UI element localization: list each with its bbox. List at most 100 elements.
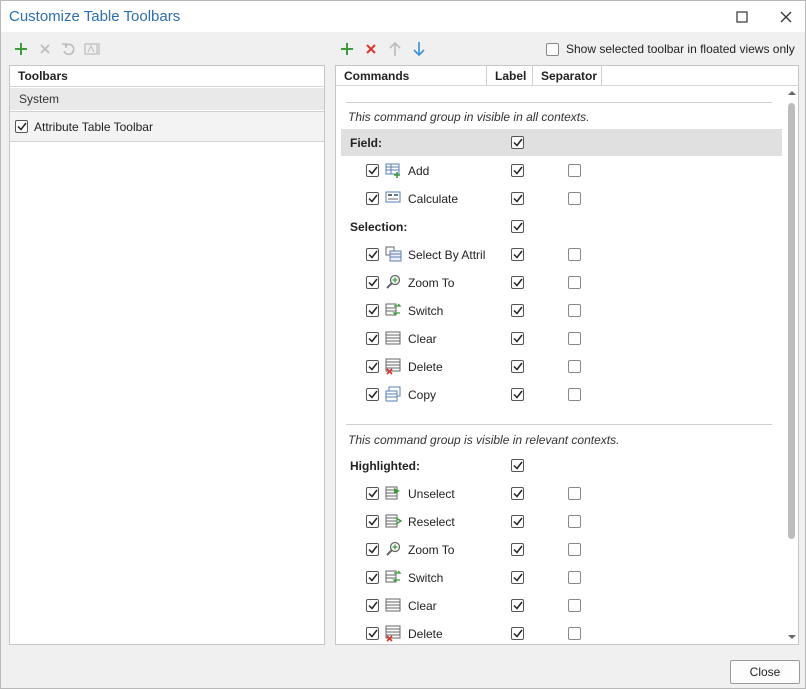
checkmark-icon	[512, 278, 523, 287]
add-toolbar-button[interactable]	[9, 38, 33, 60]
command-separator-checkbox[interactable]	[568, 487, 581, 500]
command-enabled-checkbox[interactable]	[366, 515, 379, 528]
command-row[interactable]: Reselect	[336, 508, 782, 536]
group-row-selection[interactable]: Selection:	[341, 213, 782, 240]
command-enabled-checkbox[interactable]	[366, 304, 379, 317]
close-button[interactable]: Close	[730, 660, 800, 684]
vertical-scrollbar[interactable]	[784, 86, 798, 644]
command-separator-checkbox[interactable]	[568, 388, 581, 401]
command-label-checkbox[interactable]	[511, 627, 524, 640]
rename-toolbar-button[interactable]	[81, 38, 105, 60]
command-row[interactable]: Switch	[336, 297, 782, 325]
group-label-checkbox[interactable]	[511, 459, 524, 472]
checkmark-icon	[512, 250, 523, 259]
command-label-checkbox[interactable]	[511, 487, 524, 500]
column-header-separator[interactable]: Separator	[533, 66, 602, 86]
command-separator-checkbox[interactable]	[568, 627, 581, 640]
command-label-checkbox[interactable]	[511, 192, 524, 205]
command-enabled-checkbox[interactable]	[366, 164, 379, 177]
group-row-field[interactable]: Field:	[341, 129, 782, 156]
command-enabled-checkbox[interactable]	[366, 276, 379, 289]
zoom-to-icon	[386, 541, 401, 556]
command-separator-checkbox[interactable]	[568, 304, 581, 317]
command-separator-checkbox[interactable]	[568, 276, 581, 289]
command-row[interactable]: Calculate	[336, 185, 782, 213]
commands-panel: Commands Label Separator This command gr…	[335, 65, 799, 645]
command-row[interactable]: Zoom To	[336, 269, 782, 297]
remove-command-button[interactable]	[359, 38, 383, 60]
floated-views-option[interactable]: Show selected toolbar in floated views o…	[546, 42, 795, 56]
command-row[interactable]: Clear	[336, 325, 782, 353]
reset-toolbar-button[interactable]	[57, 38, 81, 60]
command-row[interactable]: Select By Attril	[336, 241, 782, 269]
scroll-down-icon[interactable]	[788, 634, 796, 640]
command-row[interactable]: Copy	[336, 381, 782, 409]
floated-views-checkbox[interactable]	[546, 42, 559, 56]
command-enabled-checkbox[interactable]	[366, 487, 379, 500]
move-up-button[interactable]	[383, 38, 407, 60]
group-row-highlighted[interactable]: Highlighted:	[341, 452, 782, 479]
command-label: Calculate	[408, 192, 459, 206]
command-label-checkbox[interactable]	[511, 388, 524, 401]
command-row[interactable]: Delete	[336, 620, 782, 644]
command-label: Add	[408, 164, 430, 178]
command-row[interactable]: Unselect	[336, 480, 782, 508]
command-row[interactable]: Switch	[336, 564, 782, 592]
command-enabled-checkbox[interactable]	[366, 248, 379, 261]
command-enabled-checkbox[interactable]	[366, 599, 379, 612]
add-command-button[interactable]	[335, 38, 359, 60]
command-row[interactable]: Add	[336, 157, 782, 185]
checkmark-icon	[367, 306, 378, 315]
command-separator-checkbox[interactable]	[568, 332, 581, 345]
command-row[interactable]: Clear	[336, 592, 782, 620]
group-label-checkbox[interactable]	[511, 220, 524, 233]
command-separator-checkbox[interactable]	[568, 248, 581, 261]
checkmark-icon	[512, 461, 523, 470]
command-separator-checkbox[interactable]	[568, 192, 581, 205]
checkmark-icon	[367, 334, 378, 343]
group-label-checkbox[interactable]	[511, 136, 524, 149]
command-label-checkbox[interactable]	[511, 164, 524, 177]
delete-selection-icon	[385, 358, 401, 375]
command-enabled-checkbox[interactable]	[366, 388, 379, 401]
toolbars-header: Toolbars	[10, 66, 324, 87]
command-row[interactable]: Zoom To	[336, 536, 782, 564]
command-label-checkbox[interactable]	[511, 332, 524, 345]
command-enabled-checkbox[interactable]	[366, 571, 379, 584]
command-label-checkbox[interactable]	[511, 304, 524, 317]
command-separator-checkbox[interactable]	[568, 164, 581, 177]
command-separator-checkbox[interactable]	[568, 599, 581, 612]
scrollbar-thumb[interactable]	[788, 103, 795, 539]
maximize-button[interactable]	[719, 1, 765, 32]
command-separator-checkbox[interactable]	[568, 515, 581, 528]
remove-toolbar-button[interactable]	[33, 38, 57, 60]
command-row[interactable]: Delete	[336, 353, 782, 381]
command-label-checkbox[interactable]	[511, 571, 524, 584]
command-label-checkbox[interactable]	[511, 360, 524, 373]
arrow-up-icon	[389, 41, 401, 56]
close-window-button[interactable]	[763, 1, 806, 32]
command-label-checkbox[interactable]	[511, 543, 524, 556]
toolbar-item-checkbox[interactable]	[15, 120, 28, 133]
toolbar-item-attribute-table[interactable]: Attribute Table Toolbar	[10, 111, 324, 142]
command-label-checkbox[interactable]	[511, 515, 524, 528]
command-enabled-checkbox[interactable]	[366, 627, 379, 640]
scroll-up-icon[interactable]	[788, 90, 796, 96]
arrow-down-icon	[413, 42, 425, 57]
command-enabled-checkbox[interactable]	[366, 192, 379, 205]
move-down-button[interactable]	[407, 38, 431, 60]
command-enabled-checkbox[interactable]	[366, 332, 379, 345]
command-label-checkbox[interactable]	[511, 599, 524, 612]
command-separator-checkbox[interactable]	[568, 571, 581, 584]
command-enabled-checkbox[interactable]	[366, 543, 379, 556]
column-header-commands[interactable]: Commands	[336, 66, 487, 86]
command-separator-checkbox[interactable]	[568, 543, 581, 556]
command-label: Switch	[408, 304, 444, 318]
undo-icon	[62, 43, 75, 56]
command-separator-checkbox[interactable]	[568, 360, 581, 373]
close-icon	[780, 11, 792, 22]
command-label-checkbox[interactable]	[511, 276, 524, 289]
column-header-label[interactable]: Label	[487, 66, 533, 86]
command-enabled-checkbox[interactable]	[366, 360, 379, 373]
command-label-checkbox[interactable]	[511, 248, 524, 261]
